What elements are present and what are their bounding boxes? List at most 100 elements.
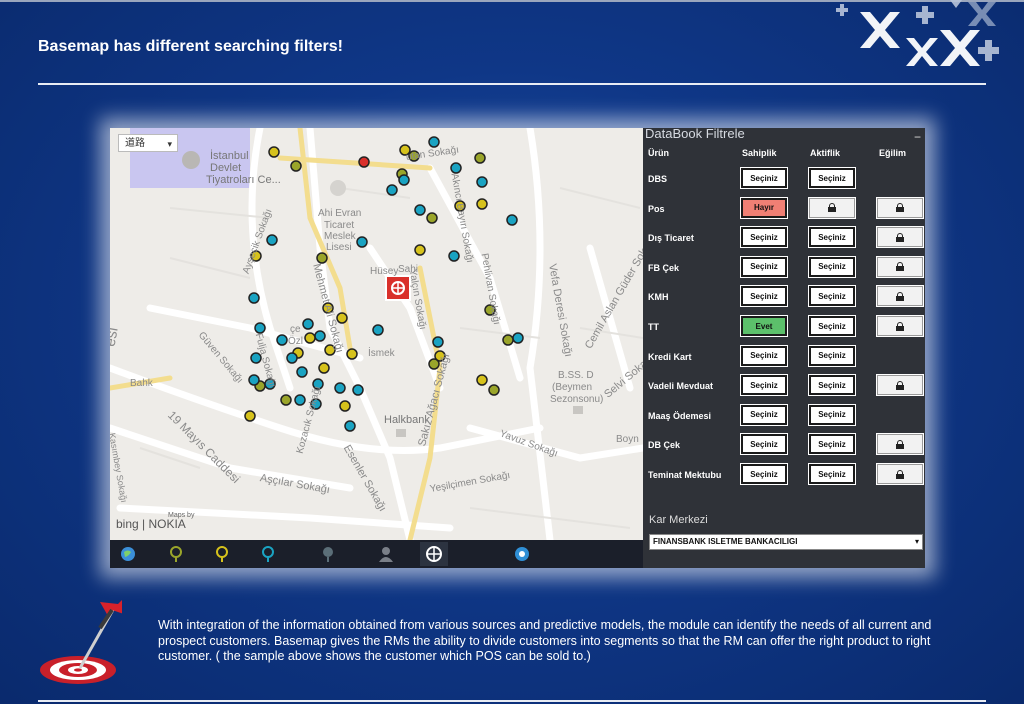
pin-teal-icon[interactable] — [254, 542, 282, 566]
sahiplik-select-button[interactable]: Seçiniz — [740, 285, 788, 308]
bottom-divider — [38, 700, 986, 702]
filter-row: Maaş Ödemesi Seçiniz Seçiniz — [643, 403, 925, 427]
filter-row: Teminat Mektubu Seçiniz Seçiniz — [643, 463, 925, 486]
lock-icon — [896, 203, 904, 213]
product-label: Maaş Ödemesi — [648, 410, 712, 421]
aktiflik-select-button[interactable]: Seçiniz — [808, 315, 856, 337]
egilim-locked-button[interactable] — [876, 433, 924, 456]
product-label: Kredi Kart — [648, 351, 692, 362]
filter-row: KMH Seçiniz Seçiniz — [643, 285, 925, 308]
minimize-icon[interactable]: − — [914, 130, 921, 144]
egilim-locked-button[interactable] — [876, 315, 924, 337]
filter-row: Kredi Kart Seçiniz Seçiniz — [643, 344, 925, 368]
aktiflik-select-button[interactable]: Seçiniz — [808, 255, 856, 278]
map-label: İsmek — [368, 348, 395, 359]
product-label: DBS — [648, 174, 668, 184]
sahiplik-select-button[interactable]: Seçiniz — [740, 403, 788, 426]
egilim-locked-button[interactable] — [876, 463, 924, 485]
pin-olive-icon[interactable] — [162, 542, 190, 566]
filter-row: FB Çek Seçiniz Seçiniz — [643, 255, 925, 279]
map-label: Özl — [288, 336, 303, 347]
map-label: Ahi Evran — [318, 208, 362, 219]
description-text: With integration of the information obta… — [158, 618, 932, 663]
sahiplik-select-button[interactable]: Seçiniz — [740, 463, 788, 485]
aktiflik-select-button[interactable]: Seçiniz — [808, 285, 856, 308]
filter-row: DBS Seçiniz Seçiniz — [643, 167, 925, 190]
lock-icon — [896, 321, 904, 331]
pin-dark-icon[interactable] — [314, 542, 342, 566]
lock-icon — [896, 439, 904, 449]
dartboard-icon — [40, 600, 122, 684]
title-divider — [38, 83, 986, 85]
kar-merkezi-select[interactable]: FINANSBANK ISLETME BANKACILIGI ▾ — [649, 534, 923, 550]
sahiplik-select-button[interactable]: Seçiniz — [740, 226, 788, 249]
product-label: KMH — [648, 292, 669, 303]
product-label: DB Çek — [648, 440, 681, 451]
aktiflik-select-button[interactable]: Seçiniz — [808, 344, 856, 367]
header-egilim: Eğilim — [879, 148, 907, 158]
lock-icon — [896, 469, 904, 479]
map-label: B.SS. D — [558, 370, 594, 381]
header-sahiplik: Sahiplik — [742, 148, 777, 158]
header-urun: Ürün — [648, 148, 669, 158]
sahiplik-select-button[interactable]: Seçiniz — [740, 167, 788, 189]
map-label: (Beymen — [552, 382, 593, 393]
map-layer-select[interactable]: 道路 ▾ — [118, 134, 178, 152]
globe-icon[interactable] — [114, 542, 142, 566]
egilim-locked-button[interactable] — [876, 285, 924, 308]
aktiflik-select-button[interactable]: Seçiniz — [808, 433, 856, 456]
map-label: Devlet — [210, 162, 242, 174]
egilim-locked-button[interactable] — [876, 196, 924, 219]
page-title: Basemap has different searching filters! — [38, 38, 343, 55]
sahiplik-select-button[interactable]: Seçiniz — [740, 344, 788, 367]
sahiplik-select-button[interactable]: Seçiniz — [740, 374, 788, 397]
person-icon[interactable] — [372, 542, 400, 566]
egilim-locked-button[interactable] — [876, 226, 924, 249]
lock-icon — [828, 203, 836, 213]
filter-row: Vadeli Mevduat Seçiniz Seçiniz — [643, 374, 925, 397]
app-screenshot: 道路 ▾ İstanbul Devlet Tiyatroları Ce... Ah… — [110, 128, 925, 568]
map-label: İstanbul — [210, 150, 249, 162]
map-label: Bahk — [130, 378, 153, 389]
aktiflik-select-button[interactable]: Seçiniz — [808, 403, 856, 426]
header-aktiflik: Aktiflik — [810, 148, 841, 158]
aktiflik-select-button[interactable]: Seçiniz — [808, 226, 856, 249]
compass-icon[interactable] — [508, 542, 536, 566]
map-label: Ticaret — [324, 220, 355, 231]
sahiplik-select-button[interactable]: Seçiniz — [740, 255, 788, 278]
lock-icon — [896, 262, 904, 272]
map-label: Lisesi — [326, 242, 352, 253]
product-label: TT — [648, 322, 659, 332]
product-label: Dış Ticaret — [648, 233, 694, 244]
map-label: Meslek — [324, 231, 356, 242]
filter-row: Pos Hayır — [643, 196, 925, 220]
egilim-locked-button[interactable] — [876, 255, 924, 278]
egilim-locked-button[interactable] — [876, 374, 924, 397]
panel-title: DataBook Filtrele — [645, 128, 745, 141]
map-toolbar — [110, 540, 643, 568]
map-label: Hüsey — [370, 266, 399, 277]
lock-icon — [896, 291, 904, 301]
kar-merkezi-label: Kar Merkezi — [649, 514, 708, 526]
filter-row: TT Evet Seçiniz — [643, 315, 925, 338]
product-label: Teminat Mektubu — [648, 470, 722, 480]
map-view[interactable]: 道路 ▾ İstanbul Devlet Tiyatroları Ce... Ah… — [110, 128, 643, 540]
map-label: çe — [290, 324, 301, 335]
map-label: Boyn — [616, 434, 639, 445]
aktiflik-select-button[interactable]: Seçiniz — [808, 374, 856, 397]
map-label: Sezonsonu) — [550, 394, 604, 405]
aktiflik-select-button[interactable]: Seçiniz — [808, 463, 856, 485]
filter-row: Dış Ticaret Seçiniz Seçiniz — [643, 226, 925, 249]
product-label: Vadeli Mevduat — [648, 381, 714, 392]
sahiplik-select-button[interactable]: Seçiniz — [740, 433, 788, 456]
target-icon[interactable] — [420, 542, 448, 566]
sahiplik-select-button[interactable]: Evet — [740, 315, 788, 337]
selected-location-marker — [385, 275, 411, 301]
pin-yellow-icon[interactable] — [208, 542, 236, 566]
x-pattern-logo-icon — [836, 0, 999, 66]
map-attribution: Maps by bing | NOKIA — [116, 512, 195, 531]
sahiplik-select-button[interactable]: Hayır — [740, 196, 788, 219]
map-label: Tiyatroları Ce... — [206, 174, 281, 186]
aktiflik-locked-button[interactable] — [808, 196, 856, 219]
aktiflik-select-button[interactable]: Seçiniz — [808, 167, 856, 189]
